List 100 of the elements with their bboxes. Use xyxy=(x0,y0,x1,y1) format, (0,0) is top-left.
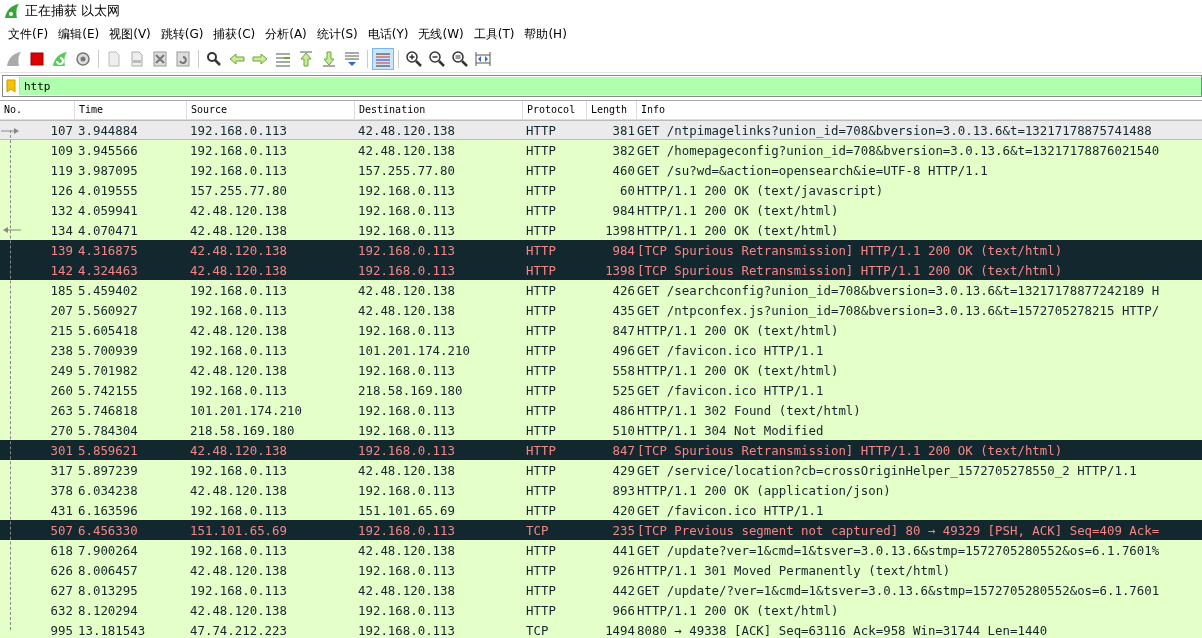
protocol: HTTP xyxy=(525,542,557,558)
packet-row[interactable]: 207 5.560927 192.168.0.113 42.48.120.138 HTTP 435 GET /ntpconfex.js?union_id=708&bversion=3.0.13.6&t=1572705278215 HTTP/ xyxy=(0,300,1202,320)
packet-number: 185 xyxy=(49,282,74,298)
menu-item[interactable]: 统计(S) xyxy=(312,23,364,45)
packet-row[interactable]: 142 4.324463 42.48.120.138 192.168.0.113 HTTP 1398 [TCP Spurious Retransmission] HTTP/1.1 200 OK (text/html) xyxy=(0,260,1202,280)
packet-row[interactable]: 618 7.900264 192.168.0.113 42.48.120.138 HTTP 441 GET /update?ver=1&cmd=1&tsver=3.0.13.6&stmp=1572705280552&os=6.1.7601% xyxy=(0,540,1202,560)
packet-info: GET /favicon.ico HTTP/1.1 xyxy=(637,502,825,518)
source-address: 192.168.0.113 xyxy=(189,382,288,398)
packet-length: 435 xyxy=(611,302,636,318)
packet-length: 441 xyxy=(611,542,636,558)
packet-row[interactable]: 270 5.784304 218.58.169.180 192.168.0.113 HTTP 510 HTTP/1.1 304 Not Modified xyxy=(0,420,1202,440)
packet-row[interactable]: 301 5.859621 42.48.120.138 192.168.0.113 HTTP 847 [TCP Spurious Retransmission] HTTP/1.1 200 OK (text/html) xyxy=(0,440,1202,460)
packet-row[interactable]: 249 5.701982 42.48.120.138 192.168.0.113 HTTP 558 HTTP/1.1 200 OK (text/html) xyxy=(0,360,1202,380)
packet-info: GET /update?ver=1&cmd=1&tsver=3.0.13.6&stmp=1572705280552&os=6.1.7601% xyxy=(637,542,1161,558)
destination-address: 192.168.0.113 xyxy=(357,442,456,458)
packet-row[interactable]: 995 13.181543 47.74.212.223 192.168.0.113 TCP 1494 8080 → 49338 [ACK] Seq=63116 Ack=958 Win=31744 Len=1440 xyxy=(0,620,1202,638)
packet-time: 3.945566 xyxy=(77,142,139,158)
source-address: 192.168.0.113 xyxy=(189,582,288,598)
packet-row[interactable]: 632 8.120294 42.48.120.138 192.168.0.113 HTTP 966 HTTP/1.1 200 OK (text/html) xyxy=(0,600,1202,620)
packet-info: HTTP/1.1 304 Not Modified xyxy=(637,422,825,438)
packet-length: 381 xyxy=(611,122,636,138)
packet-length: 1398 xyxy=(604,262,636,278)
packet-row[interactable]: 260 5.742155 192.168.0.113 218.58.169.180 HTTP 525 GET /favicon.ico HTTP/1.1 xyxy=(0,380,1202,400)
packet-time: 5.701982 xyxy=(77,362,139,378)
column-header[interactable]: Info xyxy=(637,101,1202,119)
packet-length: 420 xyxy=(611,502,636,518)
packet-row[interactable]: 431 6.163596 192.168.0.113 151.101.65.69 HTTP 420 GET /favicon.ico HTTP/1.1 xyxy=(0,500,1202,520)
bookmark-icon[interactable] xyxy=(6,79,16,93)
protocol: HTTP xyxy=(525,422,557,438)
packet-number: 238 xyxy=(49,342,74,358)
source-address: 192.168.0.113 xyxy=(189,142,288,158)
source-address: 42.48.120.138 xyxy=(189,262,288,278)
packet-length: 235 xyxy=(611,522,636,538)
source-address: 47.74.212.223 xyxy=(189,622,288,638)
destination-address: 218.58.169.180 xyxy=(357,382,464,398)
packet-row[interactable]: 317 5.897239 192.168.0.113 42.48.120.138 HTTP 429 GET /service/location?cb=crossOriginHelper_1572705278550_2 HTTP/1.1 xyxy=(0,460,1202,480)
packet-row[interactable]: 507 6.456330 151.101.65.69 192.168.0.113 TCP 235 [TCP Previous segment not captured] 80 → 49329 [PSH, ACK] Seq=409 Ack= xyxy=(0,520,1202,540)
packet-info: HTTP/1.1 301 Moved Permanently (text/html) xyxy=(637,562,952,578)
menu-item[interactable]: 工具(T) xyxy=(469,23,521,45)
menu-item[interactable]: 跳转(G) xyxy=(156,23,210,45)
menu-item[interactable]: 文件(F) xyxy=(4,23,55,45)
packet-row[interactable]: 132 4.059941 42.48.120.138 192.168.0.113 HTTP 984 HTTP/1.1 200 OK (text/html) xyxy=(0,200,1202,220)
packet-row[interactable]: 119 3.987095 192.168.0.113 157.255.77.80 HTTP 460 GET /su?wd=&action=opensearch&ie=UTF-8 HTTP/1.1 xyxy=(0,160,1202,180)
packet-info: [TCP Spurious Retransmission] HTTP/1.1 200 OK (text/html) xyxy=(637,442,1064,458)
menu-item[interactable]: 编辑(E) xyxy=(54,23,106,45)
packet-row[interactable]: 107 3.944884 192.168.0.113 42.48.120.138 HTTP 381 GET /ntpimagelinks?union_id=708&bversion=3.0.13.6&t=13217178875741488 xyxy=(0,120,1202,140)
packet-row[interactable]: 185 5.459402 192.168.0.113 42.48.120.138 HTTP 426 GET /searchconfig?union_id=708&bversion=3.0.13.6&t=13217178877242189 H xyxy=(0,280,1202,300)
packet-length: 382 xyxy=(611,142,636,158)
packet-row[interactable]: 238 5.700939 192.168.0.113 101.201.174.210 HTTP 496 GET /favicon.ico HTTP/1.1 xyxy=(0,340,1202,360)
display-filter-field[interactable]: http xyxy=(19,77,1201,95)
protocol: HTTP xyxy=(525,482,557,498)
packet-number: 270 xyxy=(49,422,74,438)
source-address: 42.48.120.138 xyxy=(189,202,288,218)
packet-number: 139 xyxy=(49,242,74,258)
column-header[interactable]: Protocol xyxy=(523,101,587,119)
protocol: HTTP xyxy=(525,282,557,298)
packet-length: 1494 xyxy=(604,622,636,638)
packet-length: 847 xyxy=(611,442,636,458)
source-address: 192.168.0.113 xyxy=(189,342,288,358)
colorize-icon[interactable] xyxy=(372,48,394,70)
packet-time: 4.324463 xyxy=(77,262,139,278)
packet-row[interactable]: 378 6.034238 42.48.120.138 192.168.0.113 HTTP 893 HTTP/1.1 200 OK (application/json) xyxy=(0,480,1202,500)
source-address: 101.201.174.210 xyxy=(189,402,303,418)
menu-item[interactable]: 视图(V) xyxy=(105,23,157,45)
menu-item[interactable]: 无线(W) xyxy=(414,23,470,45)
packet-row[interactable]: 134 4.070471 42.48.120.138 192.168.0.113 HTTP 1398 HTTP/1.1 200 OK (text/html) xyxy=(0,220,1202,240)
column-header[interactable]: Source xyxy=(187,101,355,119)
packet-row[interactable]: 139 4.316875 42.48.120.138 192.168.0.113 HTTP 984 [TCP Spurious Retransmission] HTTP/1.1 200 OK (text/html) xyxy=(0,240,1202,260)
packet-row[interactable]: 126 4.019555 157.255.77.80 192.168.0.113 HTTP 60 HTTP/1.1 200 OK (text/javascript) xyxy=(0,180,1202,200)
column-header[interactable]: Destination xyxy=(355,101,523,119)
packet-number: 215 xyxy=(49,322,74,338)
destination-address: 192.168.0.113 xyxy=(357,422,456,438)
packet-info: GET /su?wd=&action=opensearch&ie=UTF-8 HTTP/1.1 xyxy=(637,162,989,178)
packet-row[interactable]: 627 8.013295 192.168.0.113 42.48.120.138 HTTP 442 GET /update/?ver=1&cmd=1&tsver=3.0.13.6&stmp=1572705280552&os=6.1.7601 xyxy=(0,580,1202,600)
packet-row[interactable]: 626 8.006457 42.48.120.138 192.168.0.113 HTTP 926 HTTP/1.1 301 Moved Permanently (text/html) xyxy=(0,560,1202,580)
column-header[interactable]: Length xyxy=(587,101,637,119)
protocol: HTTP xyxy=(525,342,557,358)
column-header[interactable]: No. xyxy=(0,101,75,119)
destination-address: 192.168.0.113 xyxy=(357,262,456,278)
packet-number: 207 xyxy=(49,302,74,318)
packet-info: GET /favicon.ico HTTP/1.1 xyxy=(637,342,825,358)
menu-item[interactable]: 分析(A) xyxy=(261,23,313,45)
packet-time: 6.456330 xyxy=(77,522,139,538)
packet-time: 5.700939 xyxy=(77,342,139,358)
packet-row[interactable]: 109 3.945566 192.168.0.113 42.48.120.138 HTTP 382 GET /homepageconfig?union_id=708&bversion=3.0.13.6&t=13217178876021540 xyxy=(0,140,1202,160)
menu-item[interactable]: 捕获(C) xyxy=(209,23,262,45)
packet-row[interactable]: 263 5.746818 101.201.174.210 192.168.0.113 HTTP 486 HTTP/1.1 302 Found (text/html) xyxy=(0,400,1202,420)
packet-info: HTTP/1.1 200 OK (text/html) xyxy=(637,362,840,378)
packet-time: 5.459402 xyxy=(77,282,139,298)
protocol: HTTP xyxy=(525,502,557,518)
menu-item[interactable]: 电话(Y) xyxy=(363,23,415,45)
packet-row[interactable]: 215 5.605418 42.48.120.138 192.168.0.113 HTTP 847 HTTP/1.1 200 OK (text/html) xyxy=(0,320,1202,340)
window-title: 正在捕获 以太网 xyxy=(25,2,121,20)
protocol: HTTP xyxy=(525,302,557,318)
column-header[interactable]: Time xyxy=(75,101,187,119)
packet-time: 5.605418 xyxy=(77,322,139,338)
destination-address: 42.48.120.138 xyxy=(357,122,456,138)
packet-length: 496 xyxy=(611,342,636,358)
menu-item[interactable]: 帮助(H) xyxy=(520,23,573,45)
packet-time: 5.784304 xyxy=(77,422,139,438)
